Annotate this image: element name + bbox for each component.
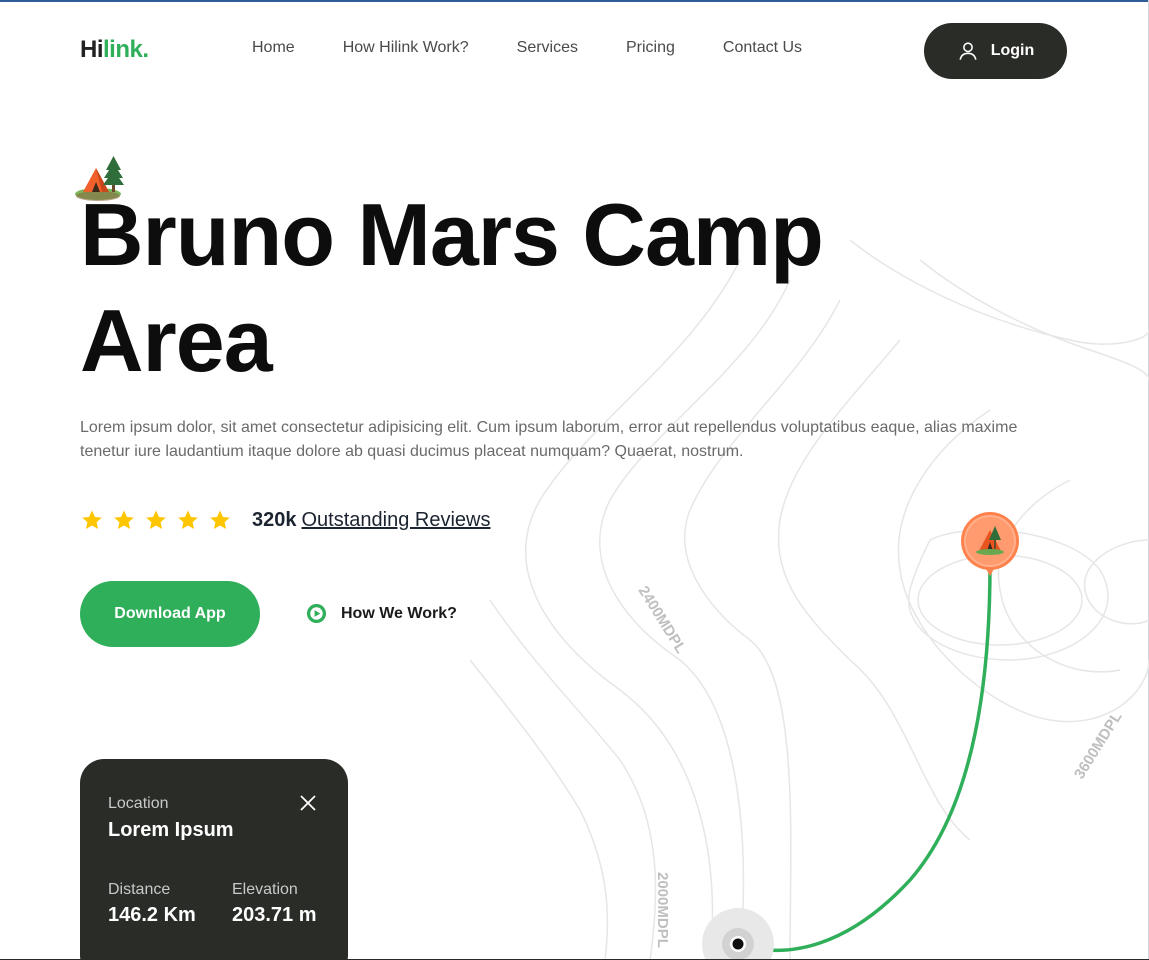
user-icon [959, 42, 977, 60]
main-nav: Home How Hilink Work? Services Pricing C… [252, 38, 850, 58]
login-label: Login [990, 42, 1035, 59]
download-app-button[interactable]: Download App [80, 581, 260, 647]
destination-pin-icon [961, 512, 1019, 576]
how-we-work-button[interactable]: How We Work? [306, 603, 457, 624]
logo-text-accent: link. [103, 36, 149, 63]
logo-text-dark: Hi [80, 36, 104, 63]
contour-label-2000: 2000MDPL [654, 872, 671, 948]
rating-stars [80, 508, 232, 532]
nav-pricing[interactable]: Pricing [626, 38, 675, 58]
play-icon [306, 603, 327, 624]
star-icon [146, 510, 166, 529]
elevation-value: 203.71 m [232, 904, 317, 926]
route-line [739, 564, 992, 952]
reviews-link[interactable]: Outstanding Reviews [302, 509, 491, 532]
nav-how-hilink-work[interactable]: How Hilink Work? [343, 38, 469, 58]
star-icon [210, 510, 230, 529]
login-button[interactable]: Login [924, 23, 1067, 79]
hero-description: Lorem ipsum dolor, sit amet consectetur … [80, 419, 1018, 460]
contour-label-3600: 3600MDPL [1071, 709, 1126, 782]
star-icon [82, 510, 102, 529]
logo[interactable]: Hilink. [80, 36, 149, 64]
location-label: Location [108, 795, 169, 812]
rating-row: 320k Outstanding Reviews [80, 508, 490, 532]
elevation-label: Elevation [232, 881, 298, 898]
contour-label-2400: 2400MDPL [635, 583, 690, 656]
title-line-1: Bruno Mars Camp [80, 185, 824, 284]
star-icon [114, 510, 134, 529]
star-icon [178, 510, 198, 529]
window-top-border [0, 0, 1149, 2]
nav-contact-us[interactable]: Contact Us [723, 38, 802, 58]
title-line-2: Area [80, 291, 273, 390]
location-card: Location Lorem Ipsum Distance 146.2 Km E… [80, 759, 348, 960]
location-value: Lorem Ipsum [108, 819, 234, 841]
start-marker-dot [732, 938, 744, 950]
distance-value: 146.2 Km [108, 904, 196, 926]
nav-home[interactable]: Home [252, 38, 295, 58]
distance-label: Distance [108, 881, 171, 898]
reviews-count: 320k [252, 508, 297, 531]
close-icon[interactable] [298, 793, 318, 813]
nav-services[interactable]: Services [517, 38, 578, 58]
page-title: Bruno Mars Camp Area [80, 182, 960, 394]
how-we-work-label: How We Work? [341, 604, 457, 622]
